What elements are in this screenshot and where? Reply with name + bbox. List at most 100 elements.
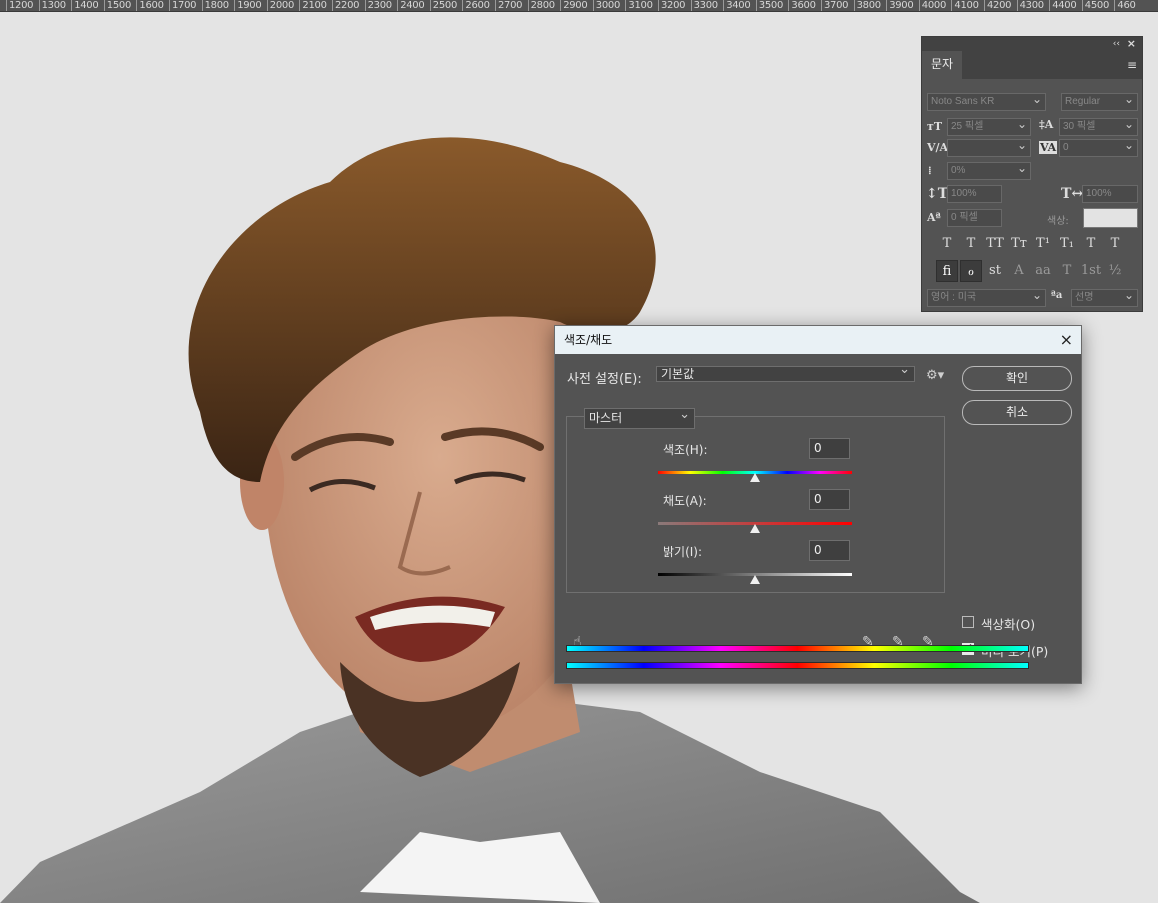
ruler-tick: 4400 <box>1049 0 1077 11</box>
baseline-shift-field[interactable]: 0 픽셀 <box>947 209 1002 227</box>
hue-slider-thumb[interactable] <box>750 473 760 482</box>
style-button-6[interactable]: T <box>1080 233 1102 255</box>
style-button-7[interactable]: T <box>1104 233 1126 255</box>
adjustment-group <box>566 416 945 593</box>
baseline-shift-icon: Aª <box>927 211 941 224</box>
preset-label: 사전 설정(E): <box>567 372 642 387</box>
ruler-tick: 2500 <box>429 0 457 11</box>
font-family-select[interactable]: Noto Sans KR <box>927 91 1046 111</box>
ruler-tick: 4200 <box>984 0 1012 11</box>
close-icon[interactable]: × <box>1060 326 1073 354</box>
panel-menu-icon[interactable]: ≡ <box>1127 58 1137 72</box>
ruler-tick: 1400 <box>71 0 99 11</box>
tsume-icon: ⁞ <box>928 164 932 177</box>
preset-select[interactable]: 기본값 <box>656 363 915 382</box>
saturation-input[interactable]: 0 <box>809 489 850 510</box>
ok-button[interactable]: 확인 <box>962 366 1072 391</box>
hue-saturation-dialog: 색조/채도 × 사전 설정(E): 기본값 ⚙▾ 확인 취소 마스터 색조(H)… <box>554 325 1082 684</box>
ruler-tick: 3900 <box>886 0 914 11</box>
opentype-button-0[interactable]: ﬁ <box>936 260 958 282</box>
ruler-tick: 3600 <box>788 0 816 11</box>
lightness-input[interactable]: 0 <box>809 540 850 561</box>
ruler-tick: 3800 <box>853 0 881 11</box>
tsume-field[interactable]: 0% <box>947 160 1031 180</box>
ruler-tick: 3400 <box>723 0 751 11</box>
ruler-tick: 2800 <box>527 0 555 11</box>
ruler-tick: 4100 <box>951 0 979 11</box>
opentype-button-2[interactable]: st <box>984 260 1006 282</box>
channel-select[interactable]: 마스터 <box>584 405 695 429</box>
ruler-tick: 2900 <box>560 0 588 11</box>
opentype-button-7[interactable]: ½ <box>1104 260 1126 282</box>
vertical-scale-field[interactable]: 100% <box>947 185 1002 203</box>
panel-tabrow: 문자 ≡ <box>922 51 1142 79</box>
antialias-select[interactable]: 선명 <box>1071 287 1138 307</box>
tracking-field[interactable]: 0 <box>1059 137 1138 157</box>
style-button-3[interactable]: Tᴛ <box>1008 233 1030 255</box>
kerning-icon: V/A <box>927 141 949 154</box>
ruler-tick: 4300 <box>1016 0 1044 11</box>
close-icon[interactable]: × <box>1127 37 1136 51</box>
ruler-tick: 2700 <box>495 0 523 11</box>
horizontal-scale-icon: T↔ <box>1061 186 1084 202</box>
opentype-button-6[interactable]: 1st <box>1080 260 1102 282</box>
ruler-tick: 3200 <box>658 0 686 11</box>
ruler-tick: 2200 <box>332 0 360 11</box>
font-size-field[interactable]: 25 픽셀 <box>947 116 1031 136</box>
style-button-4[interactable]: T¹ <box>1032 233 1054 255</box>
opentype-button-4[interactable]: aa <box>1032 260 1054 282</box>
ruler-tick: 1500 <box>103 0 131 11</box>
dialog-body: 사전 설정(E): 기본값 ⚙▾ 확인 취소 마스터 색조(H): 0 채도(A… <box>555 354 1081 683</box>
leading-icon: ‡A <box>1039 118 1054 131</box>
color-swatch[interactable] <box>1083 208 1138 228</box>
character-panel: ‹‹ × 문자 ≡ Noto Sans KR Regular ᴛT 25 픽셀 … <box>921 36 1143 312</box>
ruler-tick: 4000 <box>918 0 946 11</box>
ruler-tick: 2400 <box>397 0 425 11</box>
lightness-label: 밝기(I): <box>663 545 703 559</box>
ruler-tick: 1700 <box>169 0 197 11</box>
cancel-button[interactable]: 취소 <box>962 400 1072 425</box>
ruler-tick: 3500 <box>755 0 783 11</box>
tab-character[interactable]: 문자 <box>922 51 962 79</box>
ruler-tick: 4500 <box>1081 0 1109 11</box>
lightness-slider-thumb[interactable] <box>750 575 760 584</box>
ruler-tick: 1200 <box>6 0 34 11</box>
gear-icon[interactable]: ⚙▾ <box>926 368 944 383</box>
language-select[interactable]: 영어 : 미국 <box>927 287 1046 307</box>
ruler-tick: 460 <box>1114 0 1136 11</box>
hue-label: 색조(H): <box>663 443 708 457</box>
style-button-0[interactable]: T <box>936 233 958 255</box>
style-button-1[interactable]: T <box>960 233 982 255</box>
horizontal-ruler: 1200 1300 1400 1500 1600 1700 1800 1900 2000 2100… <box>0 0 1158 12</box>
antialias-icon: ªa <box>1051 290 1063 301</box>
ruler-tick: 2600 <box>462 0 490 11</box>
style-button-5[interactable]: T₁ <box>1056 233 1078 255</box>
color-label: 색상: <box>1047 216 1069 227</box>
vertical-scale-icon: ↕T <box>926 186 949 202</box>
ruler-tick: 2100 <box>299 0 327 11</box>
opentype-button-5[interactable]: T <box>1056 260 1078 282</box>
dialog-titlebar: 색조/채도 × <box>555 326 1081 354</box>
ruler-tick: 1300 <box>38 0 66 11</box>
saturation-slider-thumb[interactable] <box>750 524 760 533</box>
ruler-tick: 3300 <box>690 0 718 11</box>
collapse-icon[interactable]: ‹‹ <box>1113 37 1120 51</box>
panel-topbar: ‹‹ × <box>922 37 1142 51</box>
horizontal-scale-field[interactable]: 100% <box>1082 185 1138 203</box>
ruler-tick: 3100 <box>625 0 653 11</box>
saturation-label: 채도(A): <box>663 494 707 508</box>
leading-field[interactable]: 30 픽셀 <box>1059 116 1138 136</box>
colorize-checkbox[interactable] <box>962 616 974 628</box>
hue-input[interactable]: 0 <box>809 438 850 459</box>
dialog-title: 색조/채도 <box>564 333 613 347</box>
style-button-2[interactable]: TT <box>984 233 1006 255</box>
kerning-field[interactable] <box>947 137 1031 157</box>
colorize-label: 색상화(O) <box>981 617 1036 632</box>
opentype-button-1[interactable]: ℴ <box>960 260 982 282</box>
ruler-tick: 2000 <box>266 0 294 11</box>
tracking-icon: VA <box>1039 141 1058 154</box>
opentype-button-3[interactable]: A <box>1008 260 1030 282</box>
ruler-tick: 3000 <box>592 0 620 11</box>
font-style-select[interactable]: Regular <box>1061 91 1138 111</box>
ruler-tick: 2300 <box>364 0 392 11</box>
